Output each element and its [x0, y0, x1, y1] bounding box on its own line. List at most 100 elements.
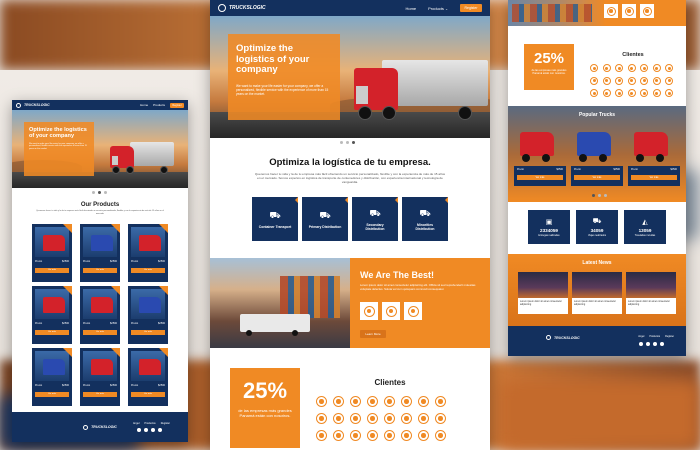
learn-more-button[interactable]: Learn More	[360, 330, 386, 338]
product-card[interactable]: Precio $2500 Ver más	[80, 224, 120, 282]
service-tile[interactable]: ⛟ Primary Distribution	[302, 197, 348, 241]
nav-register-button[interactable]: Register	[460, 4, 482, 12]
center-nav-links: Home Products ⌄ Register	[405, 4, 482, 12]
popular-truck-card[interactable]: Precio $2500 Ver más	[628, 126, 680, 190]
optimiza-title: Optimiza la logística de tu empresa.	[269, 157, 431, 168]
client-logo-icon	[627, 76, 636, 85]
product-more-button[interactable]: Ver más	[83, 392, 117, 397]
footer-links: Angel Productos Register	[638, 335, 674, 338]
box-icon: ▣	[545, 218, 553, 226]
card-corner	[111, 224, 120, 233]
footer-link[interactable]: Angel	[638, 335, 644, 338]
brand-name: TRUCKSLOGIC	[24, 103, 50, 107]
service-tile[interactable]: ⛟ Container Transport	[252, 197, 298, 241]
client-logo-icon	[640, 89, 648, 97]
product-card[interactable]: Precio $2500 Ver más	[80, 286, 120, 344]
popular-carousel-dots[interactable]	[592, 194, 607, 197]
nav-register-button[interactable]: Register	[170, 102, 184, 108]
hero-carousel-dots[interactable]	[340, 141, 355, 144]
product-more-button[interactable]: Ver más	[83, 330, 117, 335]
chevron-down-icon: ⌄	[445, 6, 448, 11]
service-tile[interactable]: ⛟ Minorities Distribution	[402, 197, 448, 241]
truck-wheel	[656, 154, 664, 162]
footer-logo[interactable]: TRUCKSLOGIC	[83, 424, 117, 430]
news-section: Latest News Lorem ipsum dolor sit amet c…	[508, 254, 686, 326]
product-card[interactable]: Precio $2500 Ver más	[128, 348, 168, 406]
counters-row: ▣ 2334059 Entregas realizadas ⛟ 34059 Vi…	[508, 210, 686, 244]
price-value: $2500	[670, 168, 677, 171]
white-truck	[240, 314, 310, 332]
price-value: $2500	[110, 322, 117, 325]
footer-link[interactable]: Productos	[649, 335, 660, 338]
product-price-row: Precio $2500	[83, 260, 117, 263]
client-logo-icon	[316, 430, 327, 441]
popular-more-button[interactable]: Ver más	[631, 175, 677, 180]
nav-home-link[interactable]: Home	[405, 6, 416, 11]
product-card[interactable]: Precio $2500 Ver más	[32, 286, 72, 344]
brand-logo[interactable]: TRUCKSLOGIC	[16, 102, 50, 108]
backdrop-blob	[500, 380, 700, 450]
best-body: Lorem ipsum dolor sit amet consectetur a…	[360, 283, 476, 291]
footer-social-icons[interactable]	[137, 428, 162, 432]
news-card[interactable]: Lorem ipsum dolor sit amet consectetur a…	[626, 272, 676, 314]
price-label: Precio	[131, 384, 139, 387]
client-logo-icon	[615, 89, 623, 97]
popular-truck-card[interactable]: Precio $2500 Ver más	[571, 126, 623, 190]
price-row: Precio $2500	[574, 168, 620, 171]
product-card[interactable]: Precio $2500 Ver más	[32, 224, 72, 282]
products-title: Our Products	[80, 202, 120, 208]
footer-logo[interactable]: TRUCKSLOGIC	[546, 335, 580, 340]
brand-logo[interactable]: TRUCKSLOGIC	[218, 4, 266, 12]
nav-home-link[interactable]: Home	[140, 103, 148, 107]
price-value: $2500	[158, 260, 165, 263]
product-more-button[interactable]: Ver más	[131, 330, 165, 335]
footer-link[interactable]: Register	[161, 422, 170, 425]
nav-products-link[interactable]: Products ⌄	[428, 6, 448, 11]
award-icon	[624, 6, 634, 16]
price-row: Precio $2500	[631, 168, 677, 171]
client-logo-icon	[590, 64, 598, 72]
product-more-button[interactable]: Ver más	[35, 268, 69, 273]
client-logo-icon	[640, 64, 648, 72]
product-more-button[interactable]: Ver más	[131, 392, 165, 397]
product-more-button[interactable]: Ver más	[35, 392, 69, 397]
hero-truck	[104, 140, 174, 176]
client-logo-icon	[401, 430, 412, 441]
news-card[interactable]: Lorem ipsum dolor sit amet consectetur a…	[518, 272, 568, 314]
footer-link[interactable]: Angel	[133, 422, 139, 425]
truck-cab	[520, 132, 554, 156]
center-navbar: TRUCKSLOGIC Home Products ⌄ Register	[210, 0, 490, 16]
popular-truck-card[interactable]: Precio $2500 Ver más	[514, 126, 566, 190]
truck-icon: ⛟	[419, 207, 431, 218]
service-tile[interactable]: ⛟ Secondary Distribution	[352, 197, 398, 241]
client-logo-icon	[350, 413, 361, 424]
product-card[interactable]: Precio $2500 Ver más	[128, 224, 168, 282]
truck-wheel	[542, 154, 550, 162]
product-card[interactable]: Precio $2500 Ver más	[32, 348, 72, 406]
footer-social-icons[interactable]	[639, 342, 664, 346]
best-section: We Are The Best! Lorem ipsum dolor sit a…	[210, 258, 490, 348]
client-logo-icon	[640, 76, 648, 85]
footer-link[interactable]: Productos	[144, 422, 155, 425]
product-more-button[interactable]: Ver más	[83, 268, 117, 273]
product-more-button[interactable]: Ver más	[35, 330, 69, 335]
product-more-button[interactable]: Ver más	[131, 268, 165, 273]
award-badge	[360, 302, 378, 320]
client-logo-icon	[401, 413, 412, 424]
news-card[interactable]: Lorem ipsum dolor sit amet consectetur a…	[572, 272, 622, 314]
award-badge	[640, 4, 654, 18]
truck-cab	[43, 235, 65, 251]
client-logo-icon	[384, 430, 395, 441]
nav-products-link[interactable]: Products	[153, 103, 165, 107]
client-logo-icon	[435, 413, 446, 424]
popular-more-button[interactable]: Ver más	[574, 175, 620, 180]
product-card[interactable]: Precio $2500 Ver más	[128, 286, 168, 344]
footer-link[interactable]: Register	[665, 335, 674, 338]
product-card[interactable]: Precio $2500 Ver más	[80, 348, 120, 406]
popular-more-button[interactable]: Ver más	[517, 175, 563, 180]
card-corner	[159, 224, 168, 233]
client-logo-icon	[615, 76, 623, 85]
service-label: Minorities Distribution	[415, 222, 435, 231]
client-logo-icon	[316, 413, 327, 424]
hero-carousel-dots[interactable]	[92, 191, 107, 194]
